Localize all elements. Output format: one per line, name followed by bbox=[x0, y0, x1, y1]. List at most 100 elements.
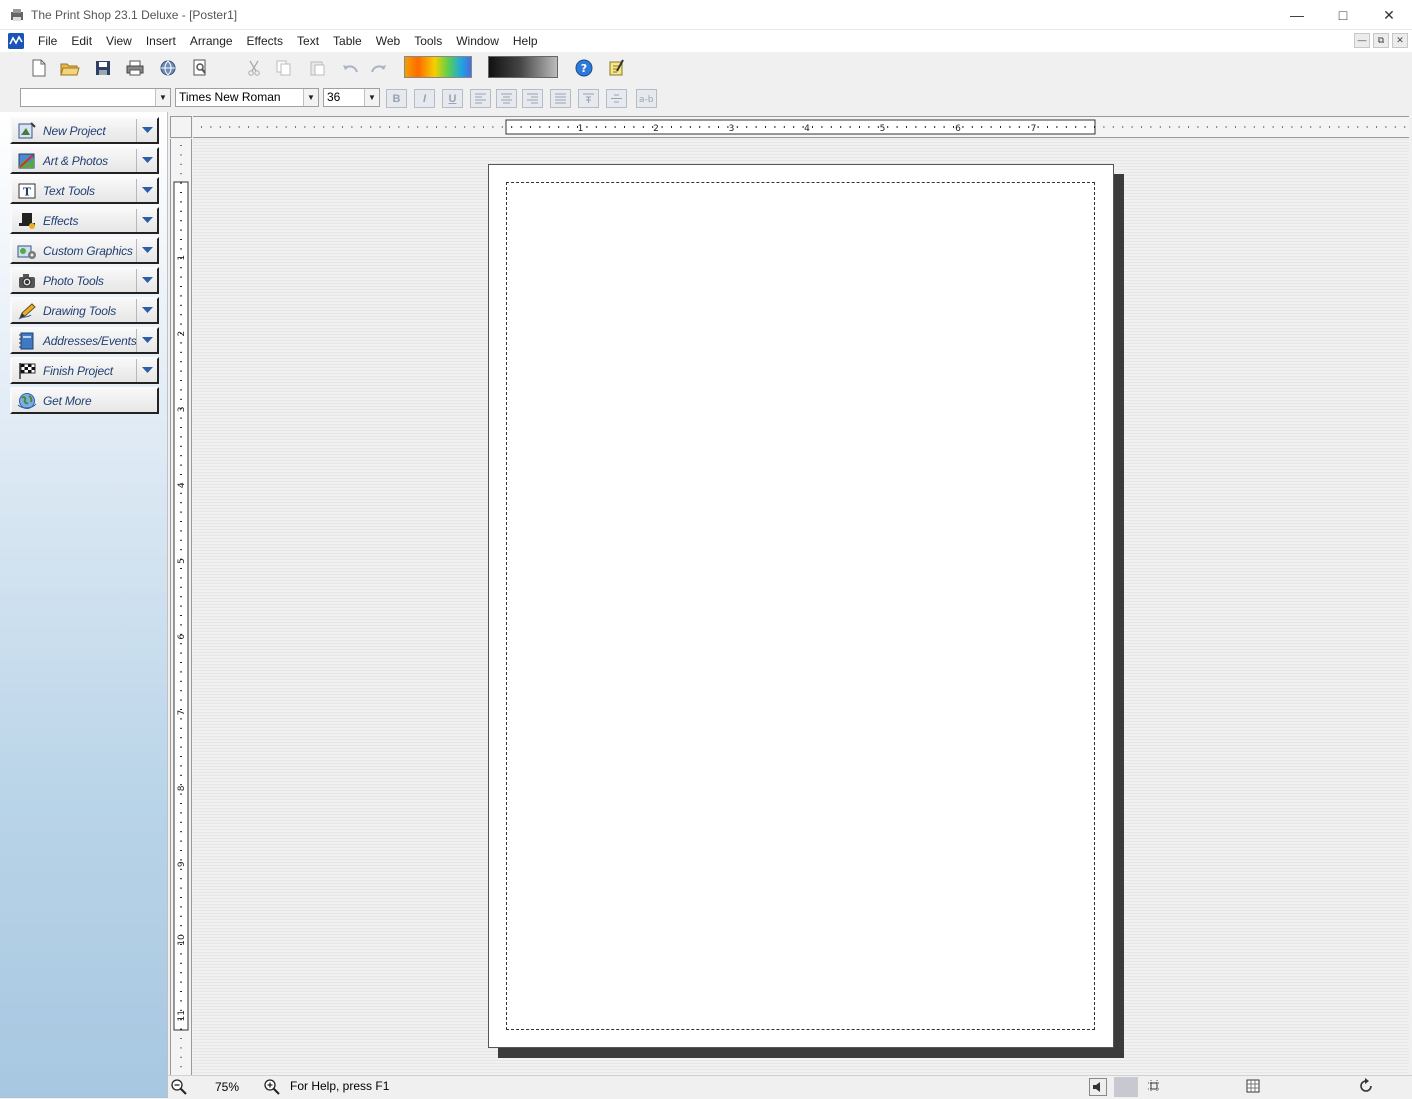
chevron-down-icon[interactable]: ▼ bbox=[364, 89, 379, 106]
chevron-down-icon[interactable] bbox=[136, 179, 157, 202]
refresh-icon[interactable] bbox=[1358, 1078, 1376, 1096]
menu-insert[interactable]: Insert bbox=[139, 33, 183, 49]
bold-button[interactable]: B bbox=[386, 89, 407, 108]
minimize-button[interactable]: — bbox=[1274, 0, 1320, 30]
align-right-button[interactable] bbox=[522, 89, 543, 108]
ruler-corner bbox=[170, 116, 192, 138]
underline-button[interactable]: U bbox=[442, 89, 463, 108]
ruler-tick bbox=[180, 596, 182, 598]
sidebar-item-effects[interactable]: Effects bbox=[10, 207, 159, 234]
chevron-down-icon[interactable]: ▼ bbox=[303, 89, 318, 106]
sidebar-item-finish-project[interactable]: Finish Project bbox=[10, 357, 159, 384]
chevron-down-icon[interactable] bbox=[136, 119, 157, 142]
menu-window[interactable]: Window bbox=[449, 33, 506, 49]
menu-help[interactable]: Help bbox=[506, 33, 545, 49]
vertical-align-top-button[interactable] bbox=[578, 89, 599, 108]
align-center-button[interactable] bbox=[496, 89, 517, 108]
ruler-label: 1 bbox=[578, 124, 584, 134]
ruler-tick bbox=[285, 126, 287, 128]
menu-text[interactable]: Text bbox=[290, 33, 326, 49]
horizontal-ruler[interactable]: 1 2 3 4 5 6 7 bbox=[193, 116, 1409, 138]
zoom-in-icon[interactable] bbox=[263, 1078, 281, 1096]
ruler-tick bbox=[180, 267, 182, 269]
bold-label: B bbox=[392, 92, 401, 105]
print-icon[interactable] bbox=[124, 58, 146, 78]
chevron-down-icon[interactable] bbox=[136, 329, 157, 352]
document-menu-icon[interactable] bbox=[8, 33, 24, 49]
close-button[interactable]: ✕ bbox=[1366, 0, 1412, 30]
open-folder-icon[interactable] bbox=[59, 58, 81, 78]
ruler-tick bbox=[219, 126, 221, 128]
ruler-tick bbox=[180, 182, 182, 184]
gradient-picker[interactable] bbox=[488, 56, 558, 78]
redo-icon[interactable] bbox=[368, 58, 390, 78]
chevron-down-icon[interactable] bbox=[136, 239, 157, 262]
italic-button[interactable]: I bbox=[414, 89, 435, 108]
sidebar-item-drawing-tools[interactable]: Drawing Tools bbox=[10, 297, 159, 324]
sidebar-item-custom-graphics[interactable]: Custom Graphics bbox=[10, 237, 159, 264]
font-size-dropdown[interactable]: 36 ▼ bbox=[323, 88, 380, 107]
align-left-button[interactable] bbox=[470, 89, 491, 108]
vertical-ruler[interactable]: 1 2 3 4 5 6 7 8 9 10 11 bbox=[170, 139, 192, 1075]
mdi-restore-button[interactable]: ⧉ bbox=[1373, 33, 1389, 48]
paste-icon[interactable] bbox=[306, 58, 328, 78]
sidebar-item-art-photos[interactable]: Art & Photos bbox=[10, 147, 159, 174]
page-margin-guide bbox=[506, 182, 1095, 1030]
ruler-tick bbox=[180, 229, 182, 231]
menu-file[interactable]: File bbox=[31, 33, 64, 49]
menu-view[interactable]: View bbox=[99, 33, 139, 49]
sidebar-item-new-project[interactable]: New Project bbox=[10, 117, 159, 144]
chevron-down-icon[interactable] bbox=[136, 299, 157, 322]
ruler-tick bbox=[180, 652, 182, 654]
web-globe-icon[interactable] bbox=[157, 58, 179, 78]
ruler-tick bbox=[180, 492, 182, 494]
new-document-icon[interactable] bbox=[28, 58, 50, 78]
horizontal-ruler-ticks: 1 2 3 4 5 6 7 bbox=[201, 119, 1406, 135]
ruler-label: 7 bbox=[177, 710, 187, 716]
ruler-tick bbox=[180, 1028, 182, 1030]
vertical-align-center-button[interactable] bbox=[606, 89, 627, 108]
menu-effects[interactable]: Effects bbox=[240, 33, 290, 49]
ruler-tick bbox=[351, 126, 353, 128]
style-dropdown[interactable]: ▼ bbox=[20, 88, 171, 107]
justify-button[interactable] bbox=[550, 89, 571, 108]
zoom-out-icon[interactable] bbox=[170, 1078, 188, 1096]
menu-arrange[interactable]: Arrange bbox=[183, 33, 240, 49]
font-dropdown[interactable]: Times New Roman ▼ bbox=[175, 88, 319, 107]
menu-web[interactable]: Web bbox=[369, 33, 407, 49]
copy-icon[interactable] bbox=[273, 58, 295, 78]
chevron-down-icon[interactable] bbox=[136, 209, 157, 232]
sidebar-item-addresses-events[interactable]: Addresses/Events bbox=[10, 327, 159, 354]
grid-snap-icon[interactable] bbox=[1146, 1078, 1164, 1096]
address-book-icon bbox=[19, 332, 34, 350]
sidebar-item-photo-tools[interactable]: Photo Tools bbox=[10, 267, 159, 294]
cut-icon[interactable] bbox=[243, 58, 265, 78]
speaker-icon[interactable] bbox=[1089, 1078, 1107, 1096]
chevron-down-icon[interactable] bbox=[136, 359, 157, 382]
chevron-down-icon[interactable]: ▼ bbox=[155, 89, 170, 106]
ruler-tick bbox=[849, 126, 851, 128]
ruler-tick bbox=[180, 342, 182, 344]
zoom-level[interactable]: 75% bbox=[192, 1078, 262, 1096]
sidebar-item-text-tools[interactable]: T Text Tools bbox=[10, 177, 159, 204]
mdi-close-button[interactable]: ✕ bbox=[1392, 33, 1408, 48]
mdi-minimize-button[interactable]: — bbox=[1354, 33, 1370, 48]
ruler-tick bbox=[180, 1000, 182, 1002]
ruler-tick bbox=[830, 126, 832, 128]
save-icon[interactable] bbox=[92, 58, 114, 78]
chevron-down-icon[interactable] bbox=[136, 269, 157, 292]
layout-grid-icon[interactable] bbox=[1245, 1078, 1263, 1096]
menu-table[interactable]: Table bbox=[326, 33, 369, 49]
chevron-down-icon[interactable] bbox=[136, 149, 157, 172]
help-icon[interactable]: ? bbox=[573, 58, 595, 78]
maximize-button[interactable]: □ bbox=[1320, 0, 1366, 30]
ruler-tick bbox=[1103, 126, 1105, 128]
print-preview-icon[interactable] bbox=[189, 58, 211, 78]
text-spacing-button[interactable]: a-b bbox=[636, 89, 657, 108]
menu-edit[interactable]: Edit bbox=[64, 33, 99, 49]
sidebar-item-get-more[interactable]: Get More bbox=[10, 387, 159, 414]
fill-color-picker[interactable] bbox=[404, 56, 472, 78]
notepad-icon[interactable] bbox=[606, 58, 628, 78]
undo-icon[interactable] bbox=[339, 58, 361, 78]
menu-tools[interactable]: Tools bbox=[407, 33, 449, 49]
